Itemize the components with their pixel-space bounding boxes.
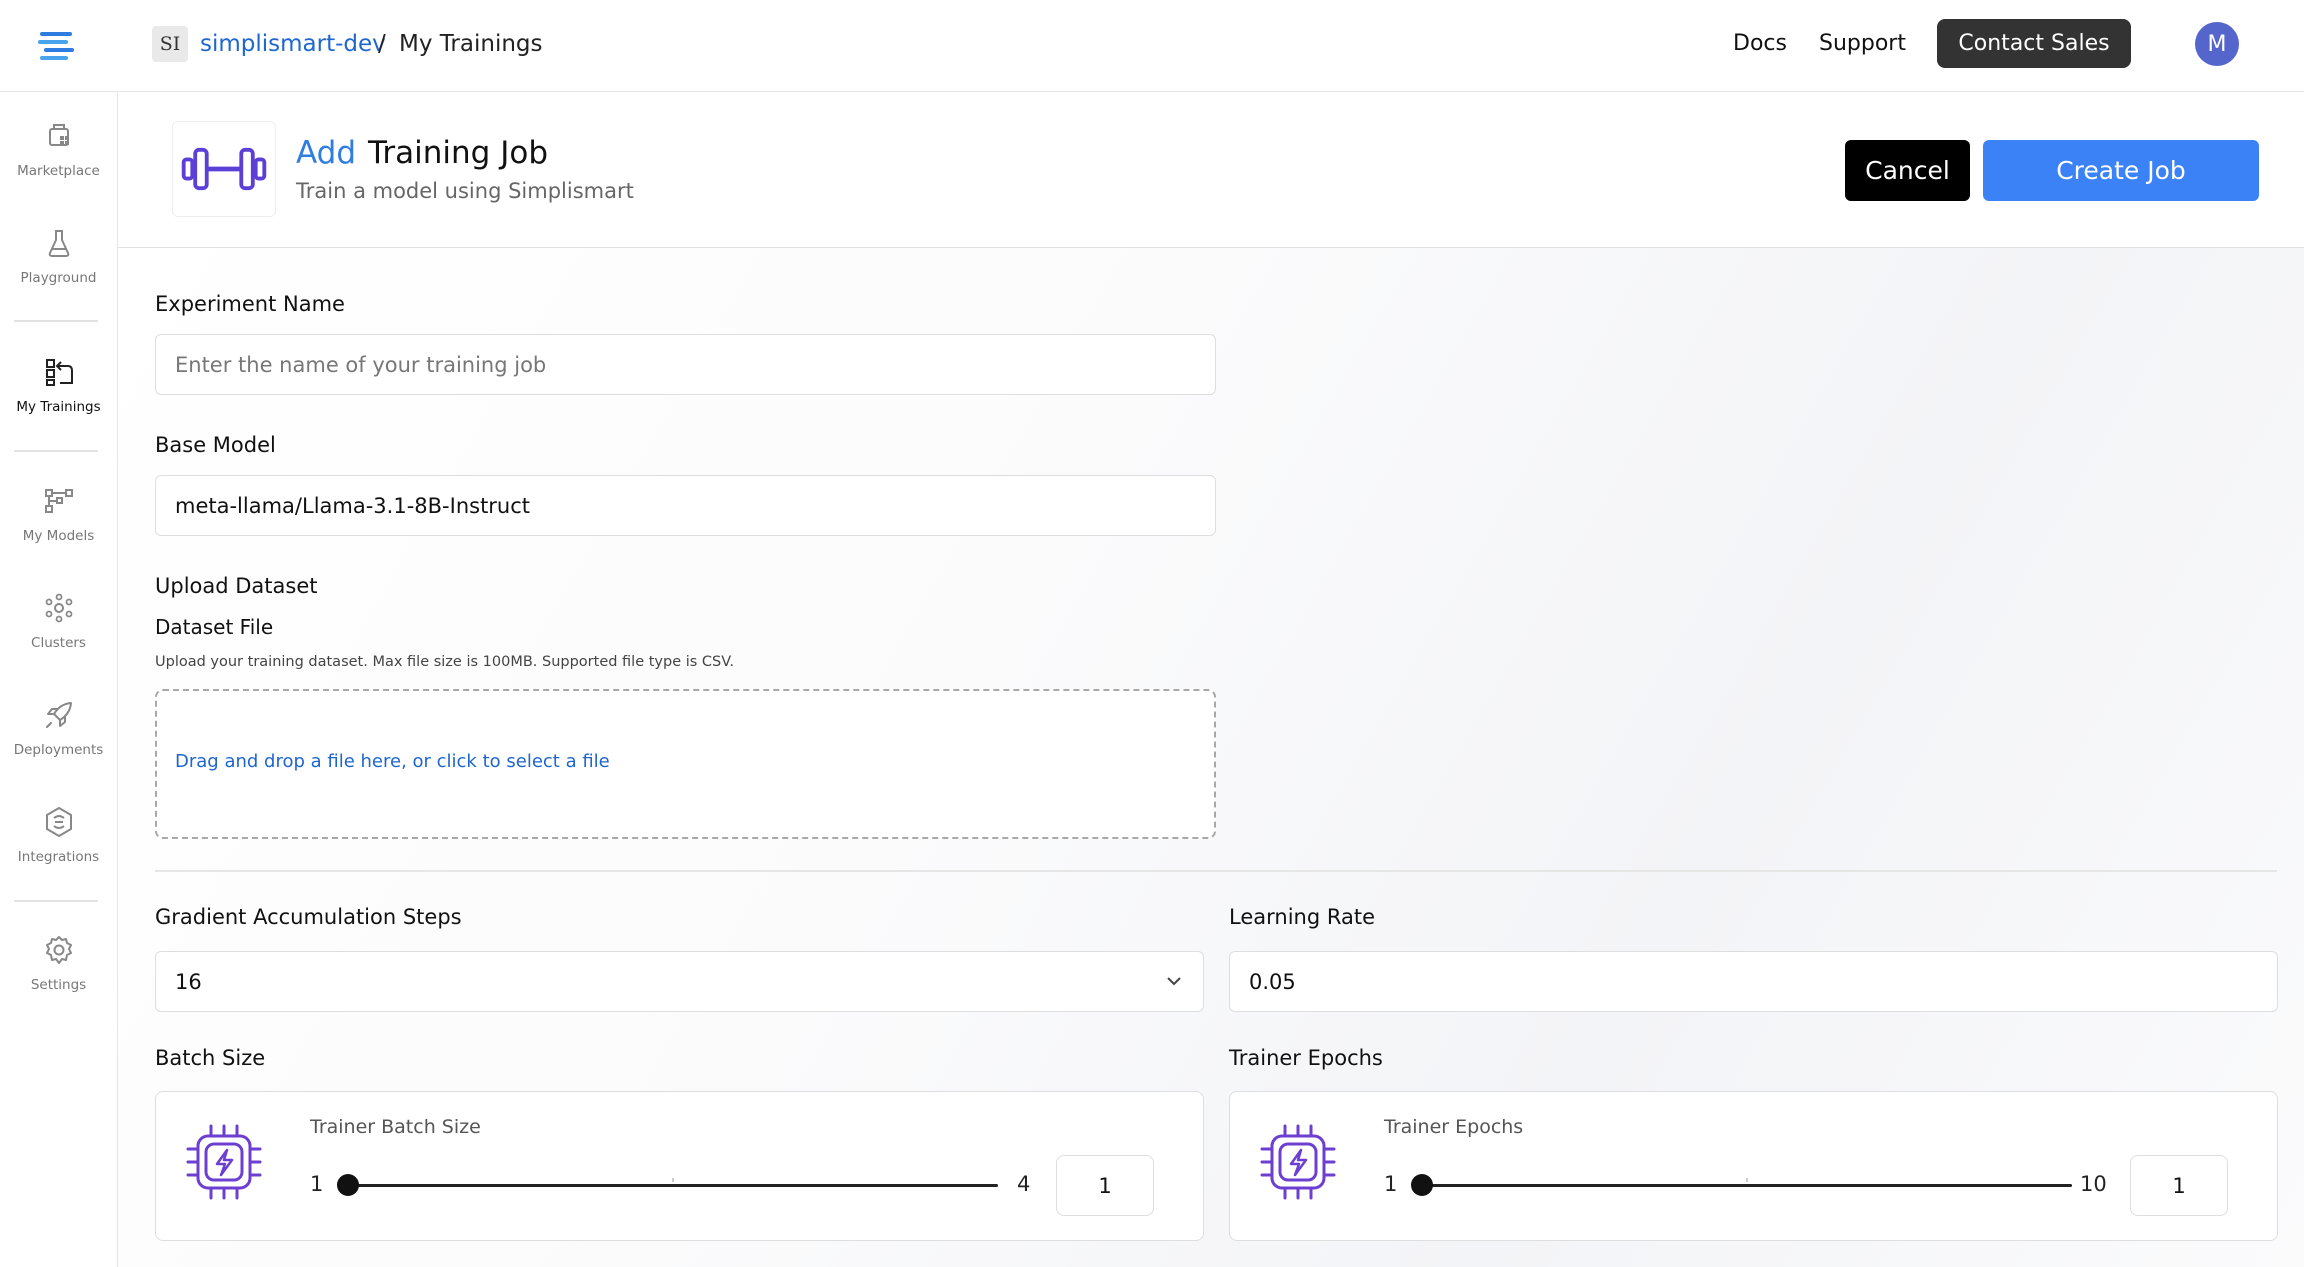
chip-icon: [186, 1124, 262, 1200]
learning-rate-input[interactable]: 0.05: [1229, 951, 2278, 1012]
batch-size-label: Batch Size: [155, 1046, 266, 1070]
models-icon: [44, 489, 73, 513]
breadcrumb-current-page: My Trainings: [399, 31, 543, 57]
experiment-name-input[interactable]: Enter the name of your training job: [155, 334, 1216, 395]
sidebar-divider: [14, 450, 98, 452]
marketplace-icon: [48, 124, 69, 146]
sidebar-item-label: My Trainings: [16, 399, 101, 415]
dataset-file-label: Dataset File: [155, 615, 274, 639]
sidebar-divider: [14, 900, 98, 902]
section-divider: [155, 870, 2277, 872]
trainer-epochs-label: Trainer Epochs: [1229, 1046, 1383, 1070]
batch-size-min: 1: [310, 1172, 324, 1196]
dropzone-text[interactable]: Drag and drop a file here, or click to s…: [175, 751, 610, 772]
dumbbell-icon: [172, 121, 276, 217]
sidebar-item-label: Settings: [30, 977, 87, 993]
page-header: Add Training Job Train a model using Simp…: [118, 93, 2304, 248]
trainer-epochs-card: Trainer Epochs 1 10 1: [1229, 1091, 2278, 1241]
batch-size-slider-tick: [672, 1178, 674, 1182]
sidebar-divider: [14, 320, 98, 322]
batch-size-input[interactable]: 1: [1056, 1155, 1154, 1216]
gear-icon: [45, 936, 72, 964]
trainer-epochs-card-title: Trainer Epochs: [1384, 1116, 1524, 1138]
sidebar-item-integrations[interactable]: Integrations: [0, 799, 117, 889]
contact-sales-button[interactable]: Contact Sales: [1937, 19, 2131, 68]
sidebar-item-label: Clusters: [31, 635, 86, 651]
page-title: Add Training Job: [296, 133, 548, 173]
trainer-epochs-slider-tick: [1746, 1178, 1748, 1182]
sidebar-item-label: Deployments: [13, 742, 104, 758]
batch-size-max: 4: [1017, 1172, 1031, 1196]
batch-size-card: Trainer Batch Size 1 4 1: [155, 1091, 1204, 1241]
sidebar-item-settings[interactable]: Settings: [0, 927, 117, 1017]
trainer-epochs-max: 10: [2080, 1172, 2107, 1196]
trainer-epochs-slider-thumb[interactable]: [1411, 1174, 1433, 1196]
docs-link[interactable]: Docs: [1733, 28, 1787, 60]
upload-dataset-heading: Upload Dataset: [155, 574, 318, 598]
batch-size-card-title: Trainer Batch Size: [310, 1116, 481, 1138]
batch-size-slider-track[interactable]: [348, 1184, 998, 1187]
dataset-dropzone[interactable]: Drag and drop a file here, or click to s…: [155, 689, 1216, 839]
gradient-accumulation-select[interactable]: 16: [155, 951, 1204, 1012]
sidebar-item-my-models[interactable]: My Models: [0, 478, 117, 568]
page-title-text: Training Job: [368, 135, 548, 171]
chip-icon: [1260, 1124, 1336, 1200]
dataset-file-hint: Upload your training dataset. Max file s…: [155, 654, 734, 670]
cancel-button[interactable]: Cancel: [1845, 140, 1970, 201]
form-area: Experiment Name Enter the name of your t…: [118, 248, 2304, 1267]
sidebar-item-my-trainings[interactable]: My Trainings: [0, 349, 117, 439]
create-job-button[interactable]: Create Job: [1983, 140, 2259, 201]
breadcrumb-separator: /: [378, 31, 386, 57]
page-title-accent: Add: [296, 135, 357, 171]
gradient-accumulation-label: Gradient Accumulation Steps: [155, 905, 462, 929]
trainer-epochs-slider-track[interactable]: [1422, 1184, 2072, 1187]
trainer-epochs-input[interactable]: 1: [2130, 1155, 2228, 1216]
user-avatar[interactable]: M: [2195, 22, 2239, 66]
sidebar-item-deployments[interactable]: Deployments: [0, 692, 117, 782]
page-subtitle: Train a model using Simplismart: [296, 179, 634, 203]
sidebar-item-clusters[interactable]: Clusters: [0, 585, 117, 675]
integrations-icon: [45, 807, 72, 837]
experiment-name-label: Experiment Name: [155, 292, 345, 316]
chevron-down-icon: [1167, 977, 1181, 986]
flask-icon: [48, 230, 69, 257]
batch-size-slider-thumb[interactable]: [337, 1174, 359, 1196]
simplismart-logo-icon[interactable]: [36, 26, 78, 66]
sidebar: Marketplace Playground My Trainings My M…: [0, 93, 118, 1267]
trainings-icon: [45, 359, 73, 386]
support-link[interactable]: Support: [1819, 28, 1906, 60]
sidebar-item-label: My Models: [22, 528, 95, 544]
sidebar-item-playground[interactable]: Playground: [0, 220, 117, 310]
gradient-accumulation-value: 16: [175, 969, 202, 994]
sidebar-item-label: Playground: [20, 270, 97, 286]
base-model-input[interactable]: meta-llama/Llama-3.1-8B-Instruct: [155, 475, 1216, 536]
top-bar: SI simplismart-dev / My Trainings Docs S…: [0, 0, 2304, 92]
rocket-icon: [45, 702, 72, 728]
sidebar-item-label: Integrations: [17, 849, 100, 865]
sidebar-item-label: Marketplace: [17, 163, 100, 179]
learning-rate-label: Learning Rate: [1229, 905, 1375, 929]
trainer-epochs-min: 1: [1384, 1172, 1398, 1196]
org-badge: SI: [152, 26, 188, 62]
sidebar-item-marketplace[interactable]: Marketplace: [0, 113, 117, 203]
base-model-label: Base Model: [155, 433, 276, 457]
breadcrumb-org-link[interactable]: simplismart-dev: [200, 28, 386, 60]
clusters-icon: [45, 593, 72, 623]
